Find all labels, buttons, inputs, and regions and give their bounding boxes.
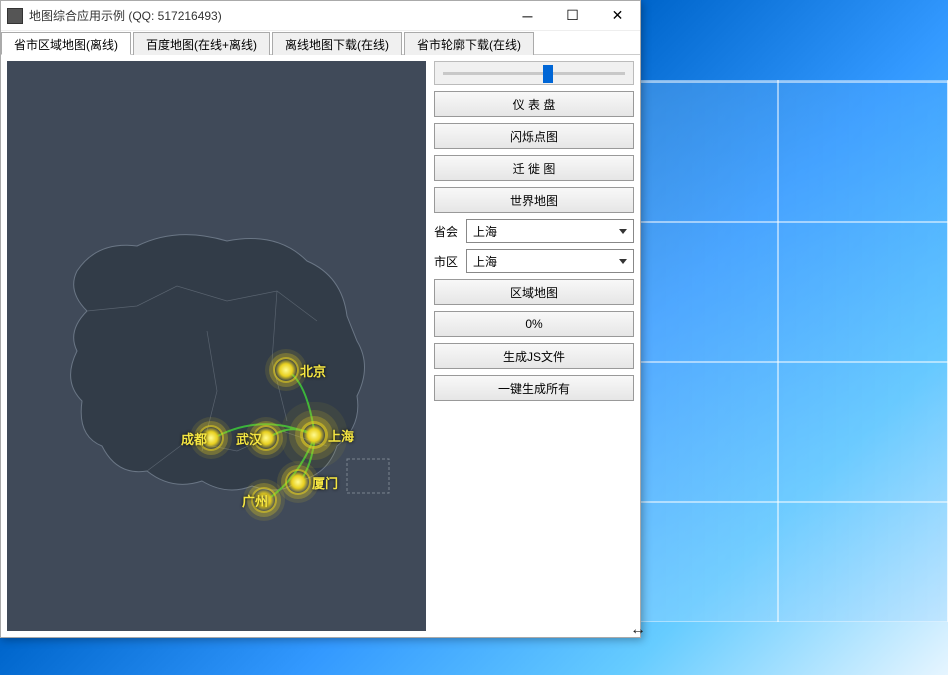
app-icon bbox=[7, 8, 23, 24]
tab-baidu[interactable]: 百度地图(在线+离线) bbox=[133, 32, 270, 55]
slider-track bbox=[443, 72, 625, 75]
chevron-down-icon bbox=[619, 229, 627, 234]
world-button[interactable]: 世界地图 bbox=[434, 187, 634, 213]
progress-button[interactable]: 0% bbox=[434, 311, 634, 337]
minimize-button[interactable]: ─ bbox=[505, 1, 550, 30]
city-wuhan[interactable]: 武汉 bbox=[255, 427, 262, 449]
title-bar: 地图综合应用示例 (QQ: 517216493) ─ ☐ ✕ bbox=[1, 1, 640, 31]
window-title: 地图综合应用示例 (QQ: 517216493) bbox=[29, 7, 505, 24]
genjs-button[interactable]: 生成JS文件 bbox=[434, 343, 634, 369]
slider-thumb[interactable] bbox=[543, 65, 553, 83]
tab-download-offline[interactable]: 离线地图下载(在线) bbox=[272, 32, 402, 55]
app-window: 地图综合应用示例 (QQ: 517216493) ─ ☐ ✕ 省市区域地图(离线… bbox=[0, 0, 641, 638]
city-beijing[interactable]: 北京 bbox=[275, 359, 326, 381]
map-panel[interactable]: 北京 上海 武汉 成都 厦门 广州 bbox=[7, 61, 426, 631]
tab-region-offline[interactable]: 省市区域地图(离线) bbox=[1, 32, 131, 55]
city-chengdu[interactable]: 成都 bbox=[200, 427, 207, 449]
city-label: 市区 bbox=[434, 253, 462, 270]
city-marker-icon bbox=[287, 471, 309, 493]
city-label: 厦门 bbox=[312, 473, 338, 492]
province-select[interactable]: 上海 bbox=[466, 219, 634, 243]
maximize-button[interactable]: ☐ bbox=[550, 1, 595, 30]
city-shanghai[interactable]: 上海 bbox=[303, 424, 354, 446]
content-area: 北京 上海 武汉 成都 厦门 广州 bbox=[1, 55, 640, 637]
tab-bar: 省市区域地图(离线) 百度地图(在线+离线) 离线地图下载(在线) 省市轮廓下载… bbox=[1, 31, 640, 55]
zoom-slider[interactable] bbox=[434, 61, 634, 85]
province-label: 省会 bbox=[434, 223, 462, 240]
dashboard-button[interactable]: 仪 表 盘 bbox=[434, 91, 634, 117]
chevron-down-icon bbox=[619, 259, 627, 264]
city-row: 市区 上海 bbox=[434, 249, 634, 273]
city-select[interactable]: 上海 bbox=[466, 249, 634, 273]
close-button[interactable]: ✕ bbox=[595, 1, 640, 30]
flash-button[interactable]: 闪烁点图 bbox=[434, 123, 634, 149]
city-xiamen[interactable]: 厦门 bbox=[287, 471, 338, 493]
side-panel: 仪 表 盘 闪烁点图 迁 徙 图 世界地图 省会 上海 市区 上海 区域地图 0… bbox=[434, 61, 634, 631]
region-button[interactable]: 区域地图 bbox=[434, 279, 634, 305]
migration-button[interactable]: 迁 徙 图 bbox=[434, 155, 634, 181]
city-label: 上海 bbox=[328, 426, 354, 445]
resize-handle-icon[interactable]: ↔ bbox=[630, 621, 646, 639]
city-label: 北京 bbox=[300, 361, 326, 380]
province-row: 省会 上海 bbox=[434, 219, 634, 243]
city-label: 成都 bbox=[181, 429, 207, 448]
migration-lines bbox=[7, 61, 426, 631]
city-value: 上海 bbox=[473, 253, 497, 270]
genall-button[interactable]: 一键生成所有 bbox=[434, 375, 634, 401]
city-guangzhou[interactable]: 广州 bbox=[253, 489, 268, 511]
city-label: 武汉 bbox=[236, 429, 262, 448]
tab-download-outline[interactable]: 省市轮廓下载(在线) bbox=[404, 32, 534, 55]
city-marker-icon bbox=[303, 424, 325, 446]
city-marker-icon bbox=[275, 359, 297, 381]
city-label: 广州 bbox=[242, 491, 268, 510]
province-value: 上海 bbox=[473, 223, 497, 240]
